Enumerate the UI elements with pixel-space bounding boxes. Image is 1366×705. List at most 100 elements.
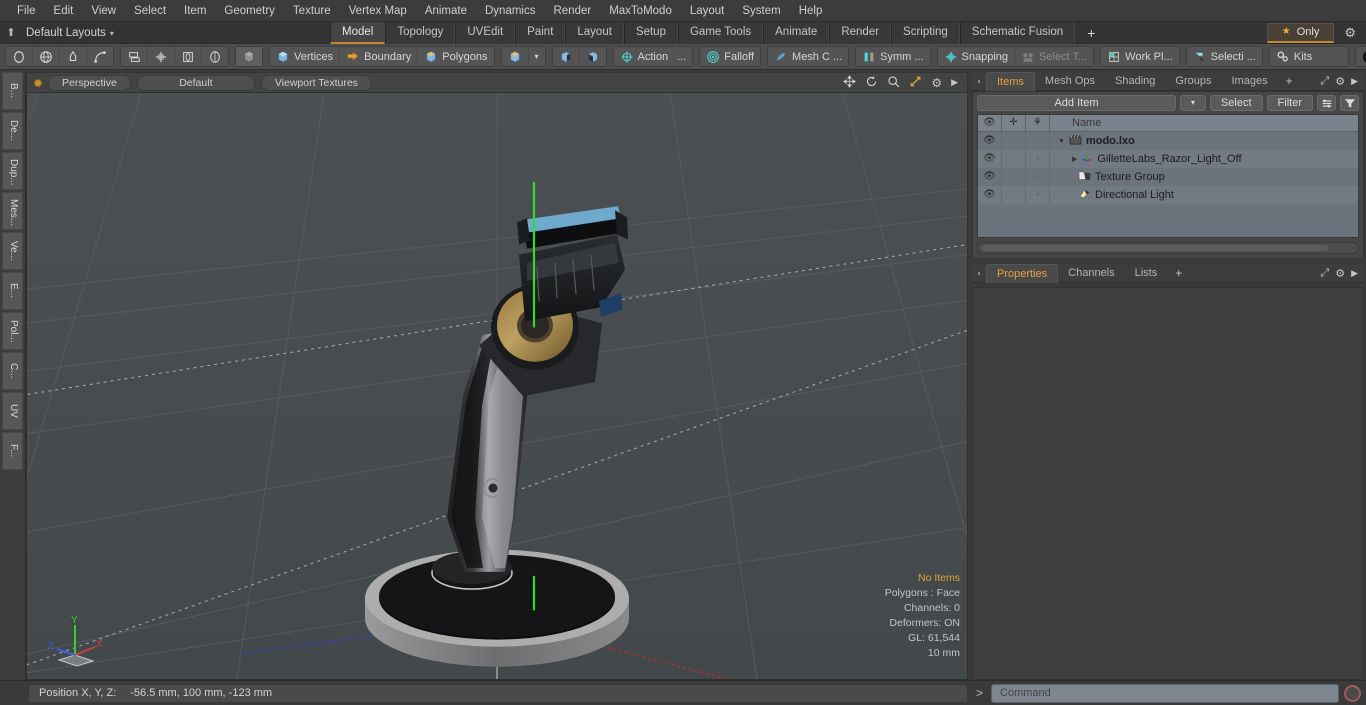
item-name-cell[interactable]: Texture Group	[1050, 170, 1358, 184]
vtab-curve[interactable]: C...	[2, 352, 23, 390]
vtab-polygon[interactable]: Pol...	[2, 312, 23, 350]
tab-render[interactable]: Render	[829, 21, 892, 44]
row-lock-toggle[interactable]	[1002, 168, 1026, 186]
only-toggle-button[interactable]: ★ Only	[1266, 22, 1335, 43]
item-name-cell[interactable]: Directional Light	[1050, 188, 1358, 202]
table-row[interactable]: 👁 ▫ Texture Group	[978, 168, 1358, 186]
add-item-button[interactable]: Add Item	[977, 95, 1176, 111]
add-properties-tab-button[interactable]: +	[1167, 266, 1190, 280]
viewport-active-dot[interactable]	[34, 78, 42, 87]
home-icon[interactable]: ⬆	[0, 26, 22, 39]
menu-render[interactable]: Render	[544, 3, 600, 19]
viewport-projection-dropdown[interactable]: Perspective	[48, 74, 131, 91]
row-lock-toggle[interactable]	[1002, 186, 1026, 204]
tab-lists[interactable]: Lists	[1125, 264, 1168, 283]
item-name-cell[interactable]: ▼ modo.lxo	[1050, 134, 1358, 148]
cube-item-icon[interactable]	[502, 47, 529, 66]
kits-button[interactable]: Kits	[1270, 47, 1348, 66]
menu-view[interactable]: View	[82, 3, 125, 19]
move-icon[interactable]	[148, 47, 175, 66]
menu-vertex-map[interactable]: Vertex Map	[340, 3, 416, 19]
gear-icon[interactable]: ⚙	[1338, 25, 1362, 41]
select-backface-icon[interactable]	[580, 47, 606, 66]
properties-panel-body[interactable]	[972, 287, 1364, 680]
add-tab-button[interactable]: +	[1075, 23, 1107, 43]
stack-icon[interactable]	[121, 47, 148, 66]
row-axis-toggle[interactable]: ▫	[1026, 168, 1050, 186]
row-lock-toggle[interactable]	[1002, 132, 1026, 150]
menu-geometry[interactable]: Geometry	[215, 3, 284, 19]
vtab-mesh-edit[interactable]: Mes...	[2, 192, 23, 230]
3d-viewport[interactable]: Y X Z No Items Polygons : Face Channels:…	[26, 92, 968, 680]
tab-layout[interactable]: Layout	[565, 21, 624, 44]
tab-groups[interactable]: Groups	[1165, 72, 1221, 91]
funnel-icon[interactable]	[1340, 95, 1359, 111]
action-center-button[interactable]: Action ...	[614, 47, 693, 66]
menu-file[interactable]: File	[8, 3, 45, 19]
panel-menu-arrow-icon[interactable]: ▶	[1351, 268, 1358, 279]
selection-mode-boundary[interactable]: Boundary	[340, 47, 419, 66]
rotate-icon[interactable]	[175, 47, 202, 66]
select-button[interactable]: Select	[1209, 95, 1263, 111]
selection-mode-vertices[interactable]: Vertices	[270, 47, 341, 66]
circle-icon[interactable]	[6, 47, 33, 66]
vtab-basic[interactable]: B...	[2, 72, 23, 110]
tab-uvedit[interactable]: UVEdit	[455, 21, 516, 44]
menu-animate[interactable]: Animate	[416, 3, 476, 19]
vtab-fusion[interactable]: F...	[2, 432, 23, 470]
menu-dynamics[interactable]: Dynamics	[476, 3, 544, 19]
tab-items[interactable]: Items	[986, 71, 1035, 91]
viewport-shading-dropdown[interactable]: Viewport Textures	[260, 74, 372, 91]
record-icon[interactable]	[1344, 684, 1361, 702]
gear-icon[interactable]: ⚙	[1335, 267, 1345, 280]
vtab-vertex[interactable]: Ve...	[2, 232, 23, 270]
menu-maxtomodo[interactable]: MaxToModo	[600, 3, 681, 19]
row-axis-toggle[interactable]	[1026, 132, 1050, 150]
expand-panel-icon[interactable]: ⤢	[1320, 267, 1329, 280]
row-axis-toggle[interactable]: ▫	[1026, 186, 1050, 204]
expand-panel-icon[interactable]: ⤢	[1320, 75, 1329, 88]
tab-channels[interactable]: Channels	[1058, 264, 1124, 283]
select-through-toggle-button[interactable]: Select T...	[1015, 47, 1093, 66]
panel-menu-arrow-icon[interactable]: ▶	[1351, 76, 1358, 87]
tab-scripting[interactable]: Scripting	[891, 21, 960, 44]
items-horizontal-scrollbar[interactable]	[977, 242, 1359, 254]
table-row[interactable]: 👁 ▫ ▶ GilletteLabs_Razor_Light_Off	[978, 150, 1358, 168]
tab-images[interactable]: Images	[1222, 72, 1278, 91]
menu-item[interactable]: Item	[175, 3, 215, 19]
menu-select[interactable]: Select	[125, 3, 175, 19]
menu-texture[interactable]: Texture	[284, 3, 340, 19]
play-arrow-icon[interactable]: ▶	[951, 77, 958, 88]
select-through-icon[interactable]	[553, 47, 580, 66]
vtab-edge[interactable]: E...	[2, 272, 23, 310]
row-visibility-toggle[interactable]: 👁	[978, 132, 1002, 150]
pen-icon[interactable]	[60, 47, 87, 66]
menu-system[interactable]: System	[733, 3, 789, 19]
mesh-constraint-button[interactable]: Mesh C ...	[768, 47, 848, 66]
falloff-button[interactable]: Falloff	[700, 47, 760, 66]
menu-layout[interactable]: Layout	[681, 3, 734, 19]
move-view-icon[interactable]	[843, 74, 857, 91]
tab-paint[interactable]: Paint	[515, 21, 566, 44]
scene-item-tree[interactable]: 👁 ✛ ⚘ Name 👁 ▼ modo.lxo 👁 ▫ ▶ GilletteLa…	[977, 114, 1359, 238]
row-visibility-toggle[interactable]: 👁	[978, 168, 1002, 186]
tab-animate[interactable]: Animate	[763, 21, 830, 44]
row-axis-toggle[interactable]: ▫	[1026, 150, 1050, 168]
tab-properties[interactable]: Properties	[986, 263, 1059, 283]
scale-icon[interactable]	[202, 47, 228, 66]
cube-grey-icon[interactable]	[236, 47, 262, 66]
zoom-view-icon[interactable]	[887, 75, 900, 91]
row-visibility-toggle[interactable]: 👁	[978, 150, 1002, 168]
tab-mesh-ops[interactable]: Mesh Ops	[1035, 72, 1105, 91]
tab-setup[interactable]: Setup	[623, 21, 678, 44]
menu-edit[interactable]: Edit	[45, 3, 83, 19]
expander-icon[interactable]: ▼	[1058, 138, 1065, 145]
table-row[interactable]: 👁 ▼ modo.lxo	[978, 132, 1358, 150]
row-visibility-toggle[interactable]: 👁	[978, 186, 1002, 204]
symmetry-button[interactable]: Symm ...	[856, 47, 929, 66]
default-layouts-dropdown[interactable]: Default Layouts ▾	[22, 27, 122, 39]
tab-topology[interactable]: Topology	[385, 21, 456, 44]
tab-shading[interactable]: Shading	[1105, 72, 1165, 91]
list-view-icon[interactable]	[1317, 95, 1336, 111]
panel-knob-icon[interactable]: ◗	[972, 76, 986, 86]
